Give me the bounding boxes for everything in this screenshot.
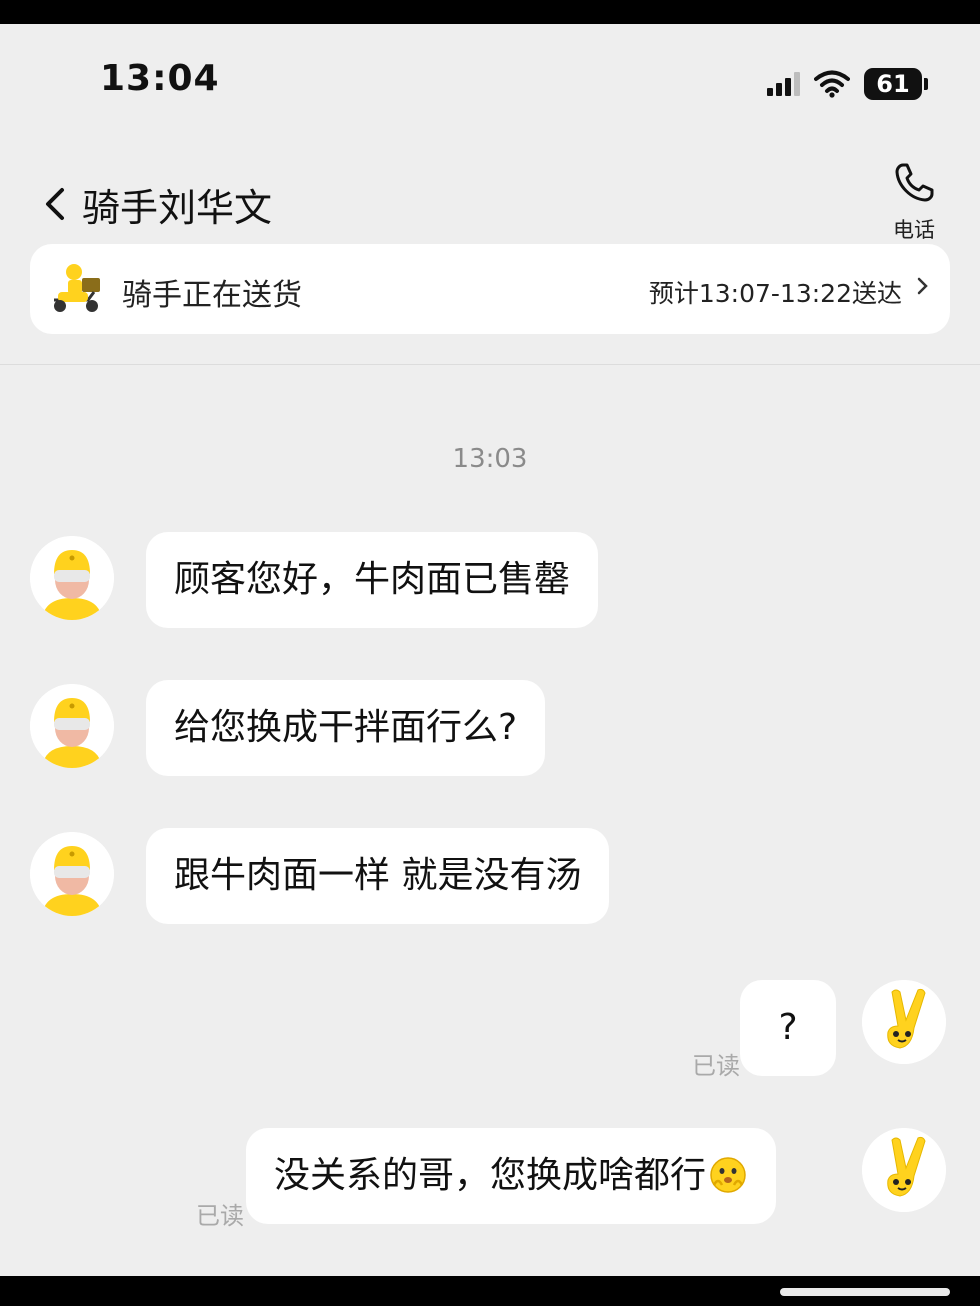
message-bubble: ? [740,980,836,1076]
user-avatar[interactable] [862,980,946,1064]
back-chevron-icon[interactable] [38,184,74,224]
message-bubble: 顾客您好，牛肉面已售罄 [146,532,599,628]
delivery-eta: 预计13:07-13:22送达 [648,279,902,308]
delivery-status-card[interactable]: 骑手正在送货 预计13:07-13:22送达 [30,244,950,334]
chevron-right-icon [917,277,928,295]
page-title: 骑手刘华文 [82,186,273,230]
message-bubble: 跟牛肉面一样 就是没有汤 [146,828,610,924]
flushed-hands-emoji-icon [710,1157,746,1193]
chat-screen: 13:04 61 骑手刘华文 电话 骑手正在送货 预计13:07-13:22送达… [0,24,980,1276]
bottom-bar [0,1276,980,1306]
read-receipt: 已读 [196,1202,244,1230]
message-bubble: 给您换成干拌面行么? [146,680,546,776]
battery-icon: 61 [864,68,928,100]
delivery-scooter-icon [54,264,100,312]
delivery-status-text: 骑手正在送货 [122,278,302,313]
phone-icon [895,163,934,202]
call-label: 电话 [893,218,935,242]
user-avatar[interactable] [862,1128,946,1212]
chat-timestamp: 13:03 [452,444,528,474]
status-time: 13:04 [100,58,220,99]
call-button[interactable]: 电话 [884,160,944,244]
status-icons: 61 [767,68,928,100]
message-text: 没关系的哥，您换成啥都行 [274,1155,707,1196]
message-bubble: 没关系的哥，您换成啥都行 [246,1128,777,1224]
cellular-signal-icon [767,72,800,96]
rider-avatar[interactable] [30,536,114,620]
read-receipt: 已读 [692,1052,740,1080]
wifi-icon [814,70,850,98]
battery-level: 61 [864,68,922,100]
rider-avatar[interactable] [30,684,114,768]
rider-avatar[interactable] [30,832,114,916]
home-indicator[interactable] [780,1288,950,1296]
divider [0,364,980,365]
